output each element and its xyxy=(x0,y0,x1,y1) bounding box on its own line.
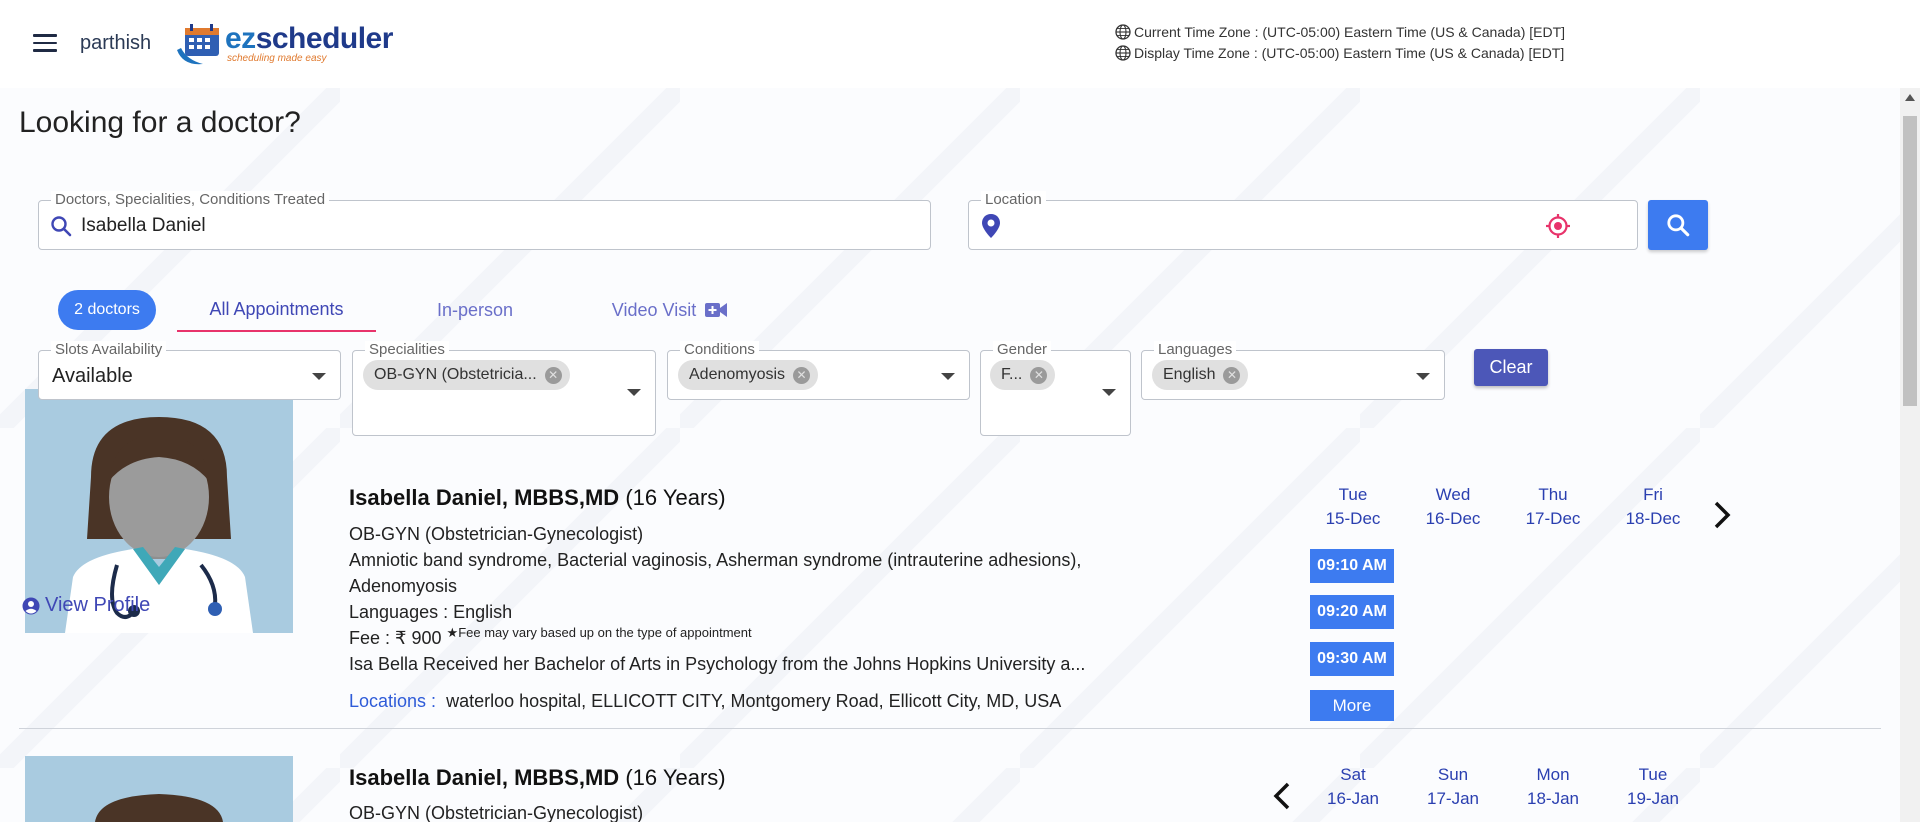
language-chip: English ✕ xyxy=(1152,360,1249,390)
doctor-count-badge: 2 doctors xyxy=(58,290,156,330)
clear-filters-button[interactable]: Clear xyxy=(1474,349,1548,386)
gender-chip-label: F... xyxy=(1001,366,1023,383)
slots-availability-select[interactable]: Slots Availability Available xyxy=(38,341,341,400)
chip-remove-icon[interactable]: ✕ xyxy=(544,366,562,384)
conditions-label: Conditions xyxy=(680,341,759,358)
tab-all-appointments[interactable]: All Appointments xyxy=(177,288,376,332)
chevron-down-icon xyxy=(1416,373,1430,380)
ezscheduler-logo[interactable]: ezscheduler scheduling made easy xyxy=(173,20,393,68)
slots-availability-label: Slots Availability xyxy=(51,341,167,358)
top-bar: parthish ezscheduler scheduling made eas… xyxy=(0,0,1920,88)
language-chip-label: English xyxy=(1163,366,1216,383)
specialities-select[interactable]: Specialities OB-GYN (Obstetricia... ✕ xyxy=(352,341,656,436)
gender-label: Gender xyxy=(993,341,1052,358)
username: parthish xyxy=(80,32,152,54)
search-icon xyxy=(51,216,72,237)
condition-chip-label: Adenomyosis xyxy=(689,366,786,383)
page-scrollbar[interactable] xyxy=(1900,88,1920,822)
chip-remove-icon[interactable]: ✕ xyxy=(1223,366,1241,384)
speciality-chip-label: OB-GYN (Obstetricia... xyxy=(374,366,537,383)
globe-icon xyxy=(1115,45,1131,61)
doctor-search-label: Doctors, Specialities, Conditions Treate… xyxy=(51,191,330,208)
tab-video-label: Video Visit xyxy=(611,299,697,320)
my-location-icon[interactable] xyxy=(1545,213,1571,239)
languages-label: Languages xyxy=(1154,341,1237,358)
current-timezone-text: Current Time Zone : (UTC-05:00) Eastern … xyxy=(1134,24,1566,40)
location-pin-icon xyxy=(982,214,1000,238)
location-label: Location xyxy=(981,191,1046,208)
account-circle-icon xyxy=(22,597,40,614)
chip-remove-icon[interactable]: ✕ xyxy=(793,366,811,384)
globe-icon xyxy=(1115,24,1131,40)
speciality-chip: OB-GYN (Obstetricia... ✕ xyxy=(363,360,570,390)
display-timezone: Display Time Zone : (UTC-05:00) Eastern … xyxy=(1115,45,1564,61)
slots-availability-value: Available xyxy=(52,365,133,387)
logo-text: ezscheduler xyxy=(225,22,393,55)
view-profile-label: View Profile xyxy=(45,594,151,616)
chevron-down-icon xyxy=(1102,389,1116,396)
video-camera-icon xyxy=(705,303,728,317)
chevron-down-icon xyxy=(627,389,641,396)
gender-chip: F... ✕ xyxy=(990,360,1056,390)
gender-select[interactable]: Gender F... ✕ xyxy=(980,341,1131,436)
view-profile-link[interactable]: View Profile xyxy=(22,594,150,617)
search-icon xyxy=(1667,214,1690,237)
display-timezone-text: Display Time Zone : (UTC-05:00) Eastern … xyxy=(1134,45,1565,61)
chip-remove-icon[interactable]: ✕ xyxy=(1030,366,1048,384)
current-timezone: Current Time Zone : (UTC-05:00) Eastern … xyxy=(1115,24,1565,40)
tab-in-person-label: In-person xyxy=(436,299,514,320)
specialities-label: Specialities xyxy=(365,341,449,358)
tab-all-label: All Appointments xyxy=(209,298,344,319)
menu-icon[interactable] xyxy=(33,34,57,52)
logo-tagline: scheduling made easy xyxy=(227,53,327,64)
doctor-search-input[interactable]: Doctors, Specialities, Conditions Treate… xyxy=(38,191,931,250)
chevron-down-icon xyxy=(312,373,326,380)
main-content: Looking for a doctor? Doctors, Specialit… xyxy=(0,88,1900,822)
chevron-down-icon xyxy=(941,373,955,380)
scroll-up-arrow-icon[interactable] xyxy=(1905,94,1915,101)
doctor-search-value: Isabella Daniel xyxy=(81,215,206,236)
page-title: Looking for a doctor? xyxy=(19,106,301,139)
tab-in-person[interactable]: In-person xyxy=(395,288,555,332)
scrollbar-thumb[interactable] xyxy=(1903,116,1917,406)
condition-chip: Adenomyosis ✕ xyxy=(678,360,819,390)
location-input[interactable]: Location xyxy=(968,191,1638,250)
languages-select[interactable]: Languages English ✕ xyxy=(1141,341,1445,400)
search-button[interactable] xyxy=(1648,200,1708,250)
calendar-logo-icon xyxy=(177,24,219,65)
tab-video-visit[interactable]: Video Visit xyxy=(590,288,750,332)
conditions-select[interactable]: Conditions Adenomyosis ✕ xyxy=(667,341,970,400)
